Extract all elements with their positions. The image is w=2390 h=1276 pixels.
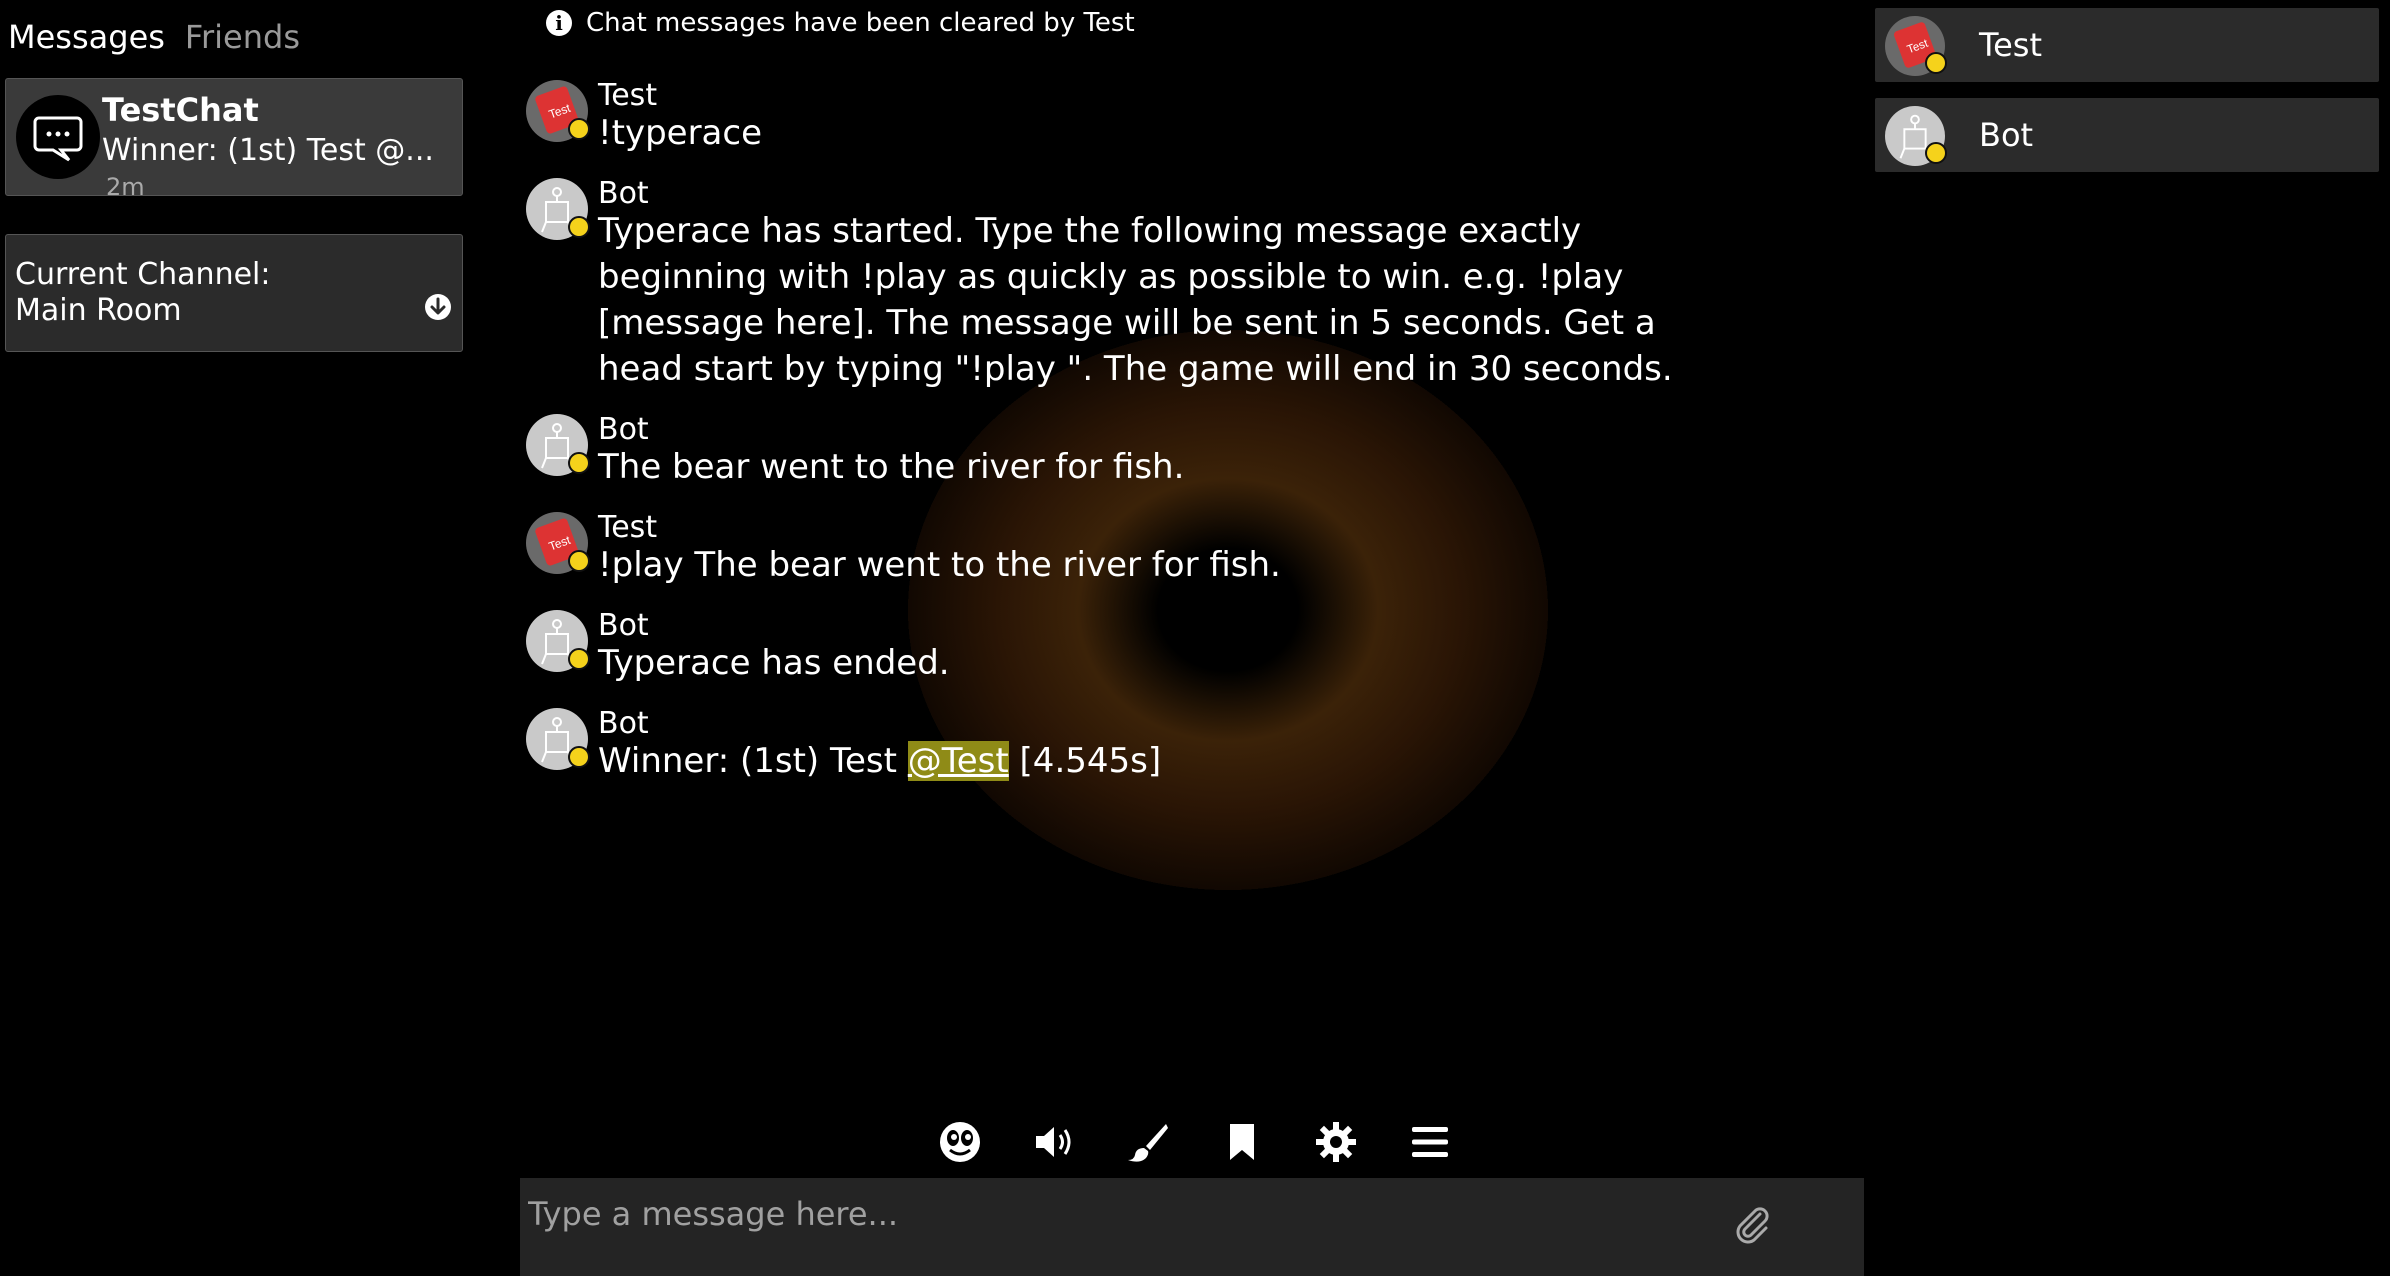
message-input[interactable] [528,1192,1728,1236]
user-list: Test Test Bot [1875,0,2381,1276]
tab-friends[interactable]: Friends [185,18,300,56]
status-dot [568,550,590,572]
message-author[interactable]: Test [598,78,657,113]
channel-label-text: Current Channel: [15,257,271,292]
info-icon: i [546,10,572,36]
message-text: Typerace has ended. [598,643,950,683]
brush-icon[interactable] [1126,1120,1170,1164]
message-text: !play The bear went to the river for fis… [598,545,1281,585]
notice-text: Chat messages have been cleared by Test [586,8,1135,38]
paperclip-icon[interactable] [1732,1204,1772,1244]
status-dot [568,648,590,670]
menu-icon[interactable] [1408,1120,1452,1164]
status-dot [568,746,590,768]
message-text-before: Winner: (1st) Test [598,741,908,781]
channel-name: Main Room [15,293,182,328]
message-author[interactable]: Bot [598,706,649,741]
message-text: !typerace [598,113,763,153]
tab-messages[interactable]: Messages [8,18,165,56]
left-sidebar: Messages Friends TestChat Winner: (1st) … [0,0,470,1276]
emoji-icon[interactable] [938,1120,982,1164]
chat-panel: i Chat messages have been cleared by Tes… [518,0,1864,1276]
message-text-after: [4.545s] [1008,741,1162,781]
user-list-item[interactable]: Bot [1875,98,2379,172]
message-author[interactable]: Bot [598,608,649,643]
message-text: The bear went to the river for fish. [598,447,1185,487]
message-text: Winner: (1st) Test @Test [4.545s] [598,738,1748,784]
channel-selector[interactable]: Current Channel: Main Room [5,234,463,352]
status-dot [1925,142,1947,164]
chat-preview: Winner: (1st) Test @... [102,133,434,168]
status-dot [568,452,590,474]
gear-icon[interactable] [1314,1120,1358,1164]
user-name: Test [1979,26,2043,64]
status-dot [568,216,590,238]
user-name: Bot [1979,116,2034,154]
chat-timestamp: 2m [106,173,145,201]
volume-icon[interactable] [1032,1120,1076,1164]
status-dot [1925,52,1947,74]
bookmark-icon[interactable] [1220,1120,1264,1164]
arrow-down-circle-icon[interactable] [424,293,452,321]
message-author[interactable]: Bot [598,412,649,447]
mention-link[interactable]: @Test [907,741,1009,781]
chat-name: TestChat [102,91,259,129]
message-composer [520,1178,1864,1276]
sidebar-tabs: Messages Friends [8,18,300,56]
system-notice: i Chat messages have been cleared by Tes… [546,8,1135,38]
message-author[interactable]: Test [598,510,657,545]
message-author[interactable]: Bot [598,176,649,211]
chat-list-item[interactable]: TestChat Winner: (1st) Test @... 2m [5,78,463,201]
message-text: Typerace has started. Type the following… [598,211,1673,389]
status-dot [568,118,590,140]
user-list-item[interactable]: Test Test [1875,8,2379,82]
chat-bubble-icon [16,95,100,179]
channel-label: Current Channel: Main Room [15,257,270,329]
chat-toolbar [938,1120,1452,1164]
